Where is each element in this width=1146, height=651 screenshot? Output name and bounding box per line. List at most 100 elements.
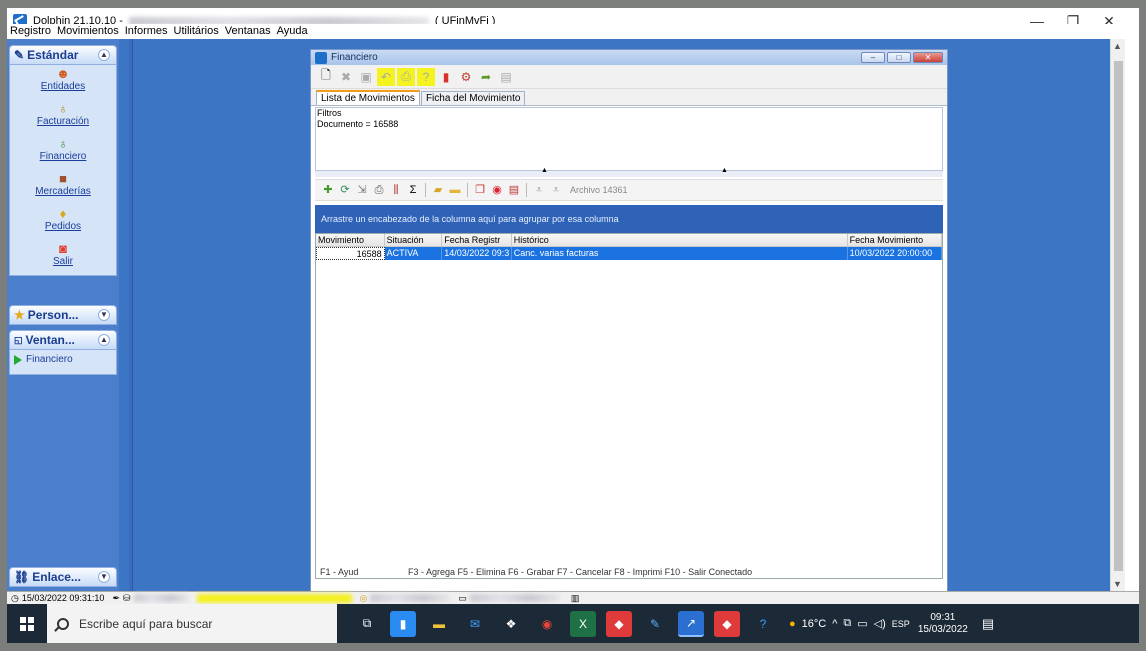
battery-icon[interactable]: ▭ — [857, 617, 867, 630]
chrome-icon[interactable]: ◉ — [534, 611, 560, 637]
record-icon[interactable]: ◉ — [490, 183, 504, 197]
people-icon: ☻ — [56, 66, 70, 81]
help-app-icon[interactable]: ? — [750, 611, 776, 637]
columns-icon[interactable]: ⫼ — [389, 183, 403, 197]
pen-app-icon[interactable]: ✎ — [642, 611, 668, 637]
cell-fecha-movimiento[interactable]: 10/03/2022 20:00:00 — [847, 247, 943, 260]
export-icon[interactable]: ⇲ — [355, 183, 369, 197]
folder-open-icon[interactable]: ▰ — [431, 183, 445, 197]
nav-item-salir[interactable]: ◙ Salir — [10, 240, 116, 275]
scroll-up-icon[interactable]: ▲ — [1113, 41, 1122, 51]
anydesk-second-icon[interactable]: ◆ — [714, 610, 740, 637]
undo-icon[interactable]: ↶ — [377, 67, 395, 86]
tab-lista-movimientos[interactable]: Lista de Movimientos — [316, 90, 420, 105]
file-explorer-icon[interactable]: ▬ — [426, 611, 452, 637]
menu-ventanas[interactable]: Ventanas — [222, 24, 274, 39]
standard-icon: ✎ — [14, 48, 25, 62]
scroll-down-icon[interactable]: ▼ — [1113, 579, 1122, 589]
child-minimize-button[interactable]: – — [861, 52, 885, 63]
task-view-icon[interactable]: ⧉ — [354, 611, 380, 637]
col-historico[interactable]: Histórico — [511, 234, 848, 247]
filter-clear-icon[interactable]: ⩡ — [549, 183, 563, 197]
nav-header-standard[interactable]: ✎ Estándar ▲ — [9, 45, 117, 65]
network-icon[interactable]: ⧉ — [843, 617, 851, 630]
cell-situacion[interactable]: ACTIVA — [384, 247, 443, 260]
excel-icon[interactable]: X — [570, 610, 596, 637]
notes-icon[interactable]: ▮ — [390, 610, 416, 637]
nav-header-windows[interactable]: ◱ Ventan... ▲ — [9, 330, 117, 350]
chevron-up-icon[interactable]: ^ — [832, 618, 837, 630]
anydesk-icon[interactable]: ◆ — [606, 610, 632, 637]
save-icon[interactable]: ▣ — [357, 68, 375, 86]
cell-movimiento[interactable]: 16588 — [316, 247, 385, 260]
nav-item-pedidos[interactable]: ♦ Pedidos — [10, 205, 116, 240]
language-indicator[interactable]: ESP — [892, 619, 910, 629]
filter-icon[interactable]: ⩡ — [532, 183, 546, 197]
child-app-icon — [315, 51, 327, 64]
orders-icon: ♦ — [59, 206, 67, 221]
filters-expression[interactable]: Documento = 16588 — [316, 118, 942, 130]
nav-section-personal: ★ Person... ▼ — [9, 305, 117, 325]
nav-item-entidades[interactable]: ☻ Entidades — [10, 65, 116, 100]
cell-historico[interactable]: Canc. varias facturas — [511, 247, 848, 260]
nav-item-financiero[interactable]: ♁ Financiero — [10, 135, 116, 170]
nav-window-financiero[interactable]: Financiero — [10, 350, 116, 369]
copy-icon[interactable]: ❐ — [473, 183, 487, 197]
menu-utilitarios[interactable]: Utilitários — [171, 24, 222, 39]
start-button[interactable] — [7, 604, 47, 643]
dropbox-icon[interactable]: ❖ — [498, 611, 524, 637]
scroll-thumb[interactable] — [1114, 61, 1123, 571]
chevron-up-icon[interactable]: ▲ — [98, 334, 110, 346]
col-fecha-registro[interactable]: Fecha Registr — [442, 234, 512, 247]
notifications-icon[interactable]: ▤ — [982, 616, 994, 632]
sum-icon[interactable]: Σ — [406, 183, 420, 197]
tools-icon[interactable]: ⚙ — [457, 68, 475, 86]
child-close-button[interactable]: ✕ — [913, 52, 943, 63]
calculator-icon[interactable]: ▤ — [497, 68, 515, 86]
group-by-panel[interactable]: Arrastre un encabezado de la columna aqu… — [315, 205, 943, 233]
dolphin-task-icon[interactable]: ↗ — [678, 610, 704, 637]
chevron-down-icon[interactable]: ▼ — [98, 309, 110, 321]
taskbar-search[interactable]: Escribe aquí para buscar — [47, 604, 337, 643]
redacted-highlight — [196, 593, 352, 603]
child-maximize-button[interactable]: □ — [887, 52, 911, 63]
table-row[interactable]: 16588 ACTIVA 14/03/2022 09:3 Canc. varia… — [316, 247, 943, 260]
nav-header-links[interactable]: ⛓ Enlace... ▼ — [9, 567, 117, 587]
menu-ayuda[interactable]: Ayuda — [274, 24, 311, 39]
clock-time: 09:31 — [930, 611, 956, 623]
tab-ficha-movimiento[interactable]: Ficha del Movimiento — [420, 91, 526, 105]
print-grid-icon[interactable]: ⎙ — [372, 183, 386, 197]
menu-movimientos[interactable]: Movimientos — [54, 24, 122, 39]
report-icon[interactable]: ▤ — [507, 183, 521, 197]
new-document-icon[interactable]: 🗋 — [317, 68, 335, 86]
nav-header-personal[interactable]: ★ Person... ▼ — [9, 305, 117, 325]
refresh-icon[interactable]: ⟳ — [338, 183, 352, 197]
add-filter-icon[interactable]: ✚ — [321, 183, 335, 197]
print-icon[interactable]: ⎙ — [397, 67, 415, 86]
volume-icon[interactable]: ◁) — [874, 617, 886, 630]
mail-icon[interactable]: ✉ — [462, 611, 488, 637]
workspace-scrollbar[interactable]: ▲ ▼ — [1110, 39, 1125, 591]
chevron-up-icon[interactable]: ▲ — [98, 49, 110, 61]
delete-icon[interactable]: ✖ — [337, 68, 355, 86]
nav-splitter[interactable] — [129, 39, 133, 591]
open-icon[interactable]: ➦ — [477, 68, 495, 86]
help-icon[interactable]: ? — [417, 67, 435, 86]
collapse-up-icon[interactable]: ▲ — [541, 167, 548, 174]
exit-door-icon[interactable]: ▮ — [437, 68, 455, 86]
taskbar-clock[interactable]: 09:31 15/03/2022 — [918, 612, 968, 636]
panel-splitter[interactable]: ▲ ▲ — [315, 167, 943, 177]
folder-icon[interactable]: ▬ — [448, 183, 462, 197]
collapse-down-icon[interactable]: ▲ — [721, 167, 728, 174]
col-situacion[interactable]: Situación — [384, 234, 443, 247]
nav-item-facturacion[interactable]: ♁ Facturación — [10, 100, 116, 135]
cell-fecha-registro[interactable]: 14/03/2022 09:3 — [442, 247, 512, 260]
menu-informes[interactable]: Informes — [122, 24, 171, 39]
col-movimiento[interactable]: Movimiento — [316, 234, 385, 247]
movements-grid: Movimiento Situación Fecha Registr Histó… — [315, 233, 943, 579]
chevron-down-icon[interactable]: ▼ — [98, 571, 110, 583]
col-fecha-movimiento[interactable]: Fecha Movimiento — [847, 234, 943, 247]
menu-registro[interactable]: Registro — [7, 24, 54, 39]
weather-temp[interactable]: 16°C — [802, 618, 827, 630]
nav-item-mercaderias[interactable]: ■ Mercaderías — [10, 170, 116, 205]
